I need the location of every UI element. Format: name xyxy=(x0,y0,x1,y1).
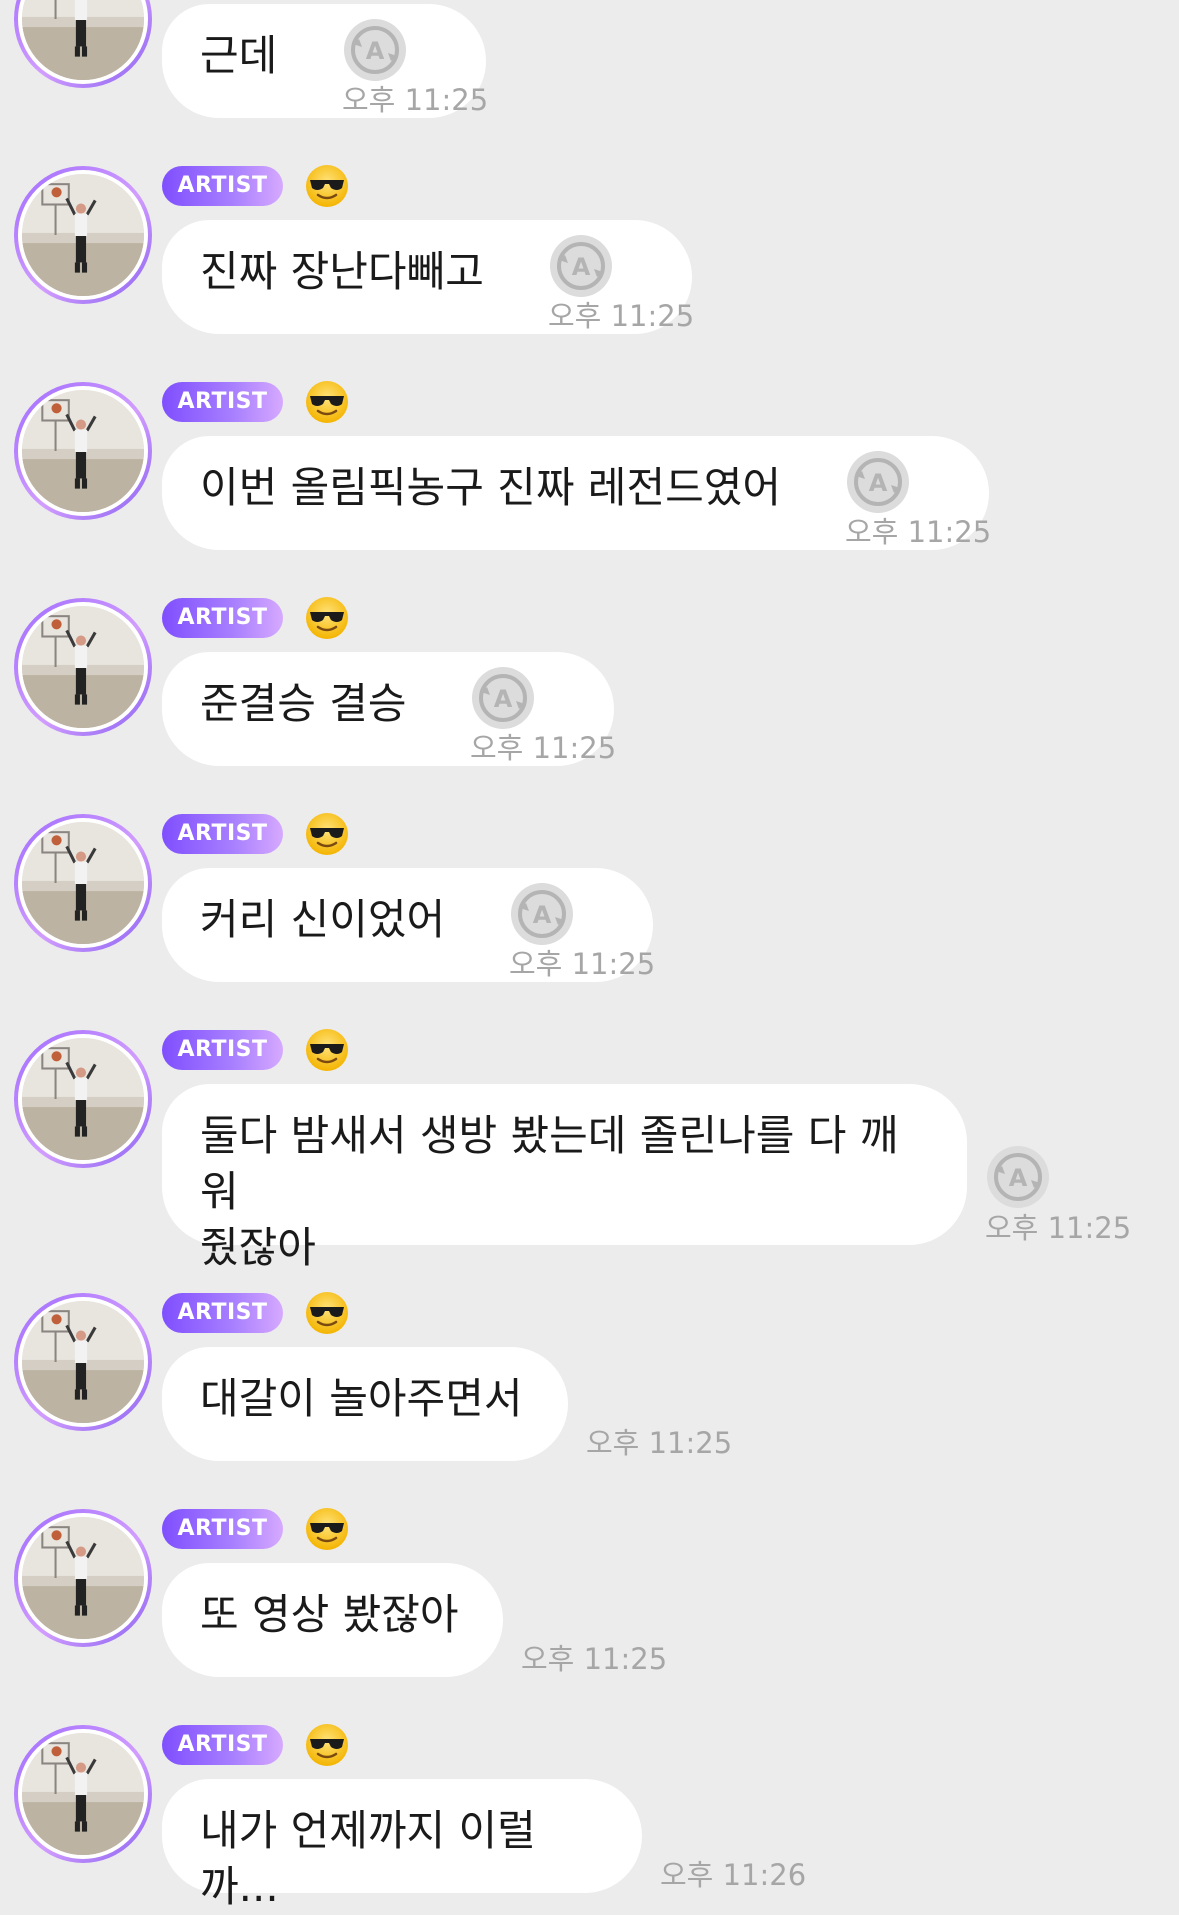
message-timestamp: 오후 11:25 xyxy=(521,1642,668,1676)
translate-icon[interactable]: A xyxy=(509,881,575,947)
sunglasses-emoji-icon xyxy=(304,1722,350,1768)
artist-badge: ARTIST xyxy=(162,1293,283,1333)
avatar-image xyxy=(18,0,148,84)
sunglasses-emoji-icon xyxy=(304,811,350,857)
svg-text:A: A xyxy=(572,253,591,281)
avatar-image xyxy=(18,818,148,948)
avatar[interactable] xyxy=(14,1725,152,1863)
avatar-image xyxy=(18,1034,148,1164)
sunglasses-emoji-icon xyxy=(304,163,350,209)
message-bubble[interactable]: 둘다 밤새서 생방 봤는데 졸린나를 다 깨워 줬잖아 xyxy=(162,1084,967,1272)
avatar[interactable] xyxy=(14,1293,152,1431)
message-bubble[interactable]: 내가 언제까지 이럴까... xyxy=(162,1779,642,1911)
message-timestamp: 오후 11:25 xyxy=(509,947,656,981)
artist-badge: ARTIST xyxy=(162,1030,283,1070)
avatar-photo xyxy=(22,822,144,944)
avatar[interactable] xyxy=(14,382,152,520)
sunglasses-emoji-icon xyxy=(304,1027,350,1073)
avatar-image xyxy=(18,1729,148,1859)
avatar-image xyxy=(18,1513,148,1643)
message-timestamp: 오후 11:25 xyxy=(342,83,489,117)
chat-message-list[interactable]: 근데 A 오후 11:25 ARTIST 진짜 장난다빼고 A 오후 11:25 ARTIST… xyxy=(0,0,1179,1911)
message-timestamp: 오후 11:25 xyxy=(845,515,992,549)
sunglasses-emoji-icon xyxy=(304,595,350,641)
message-bubble[interactable]: 또 영상 봤잖아 xyxy=(162,1563,503,1677)
message-timestamp: 오후 11:25 xyxy=(548,299,695,333)
translate-icon[interactable]: A xyxy=(470,665,536,731)
avatar-photo xyxy=(22,174,144,296)
avatar-photo xyxy=(22,1517,144,1639)
translate-icon[interactable]: A xyxy=(985,1144,1051,1210)
translate-icon[interactable]: A xyxy=(845,449,911,515)
avatar[interactable] xyxy=(14,1509,152,1647)
svg-text:A: A xyxy=(869,469,888,497)
artist-badge: ARTIST xyxy=(162,382,283,422)
message-timestamp: 오후 11:26 xyxy=(660,1858,807,1892)
artist-badge: ARTIST xyxy=(162,1725,283,1765)
sunglasses-emoji-icon xyxy=(304,379,350,425)
message-timestamp: 오후 11:25 xyxy=(586,1426,733,1460)
svg-text:A: A xyxy=(1009,1164,1028,1192)
sunglasses-emoji-icon xyxy=(304,1506,350,1552)
avatar[interactable] xyxy=(14,598,152,736)
avatar[interactable] xyxy=(14,0,152,88)
avatar-image xyxy=(18,1297,148,1427)
artist-badge: ARTIST xyxy=(162,814,283,854)
svg-text:A: A xyxy=(533,901,552,929)
sunglasses-emoji-icon xyxy=(304,1290,350,1336)
artist-badge: ARTIST xyxy=(162,598,283,638)
avatar-photo xyxy=(22,1733,144,1855)
artist-badge: ARTIST xyxy=(162,166,283,206)
svg-text:A: A xyxy=(366,37,385,65)
avatar-photo xyxy=(22,1038,144,1160)
avatar[interactable] xyxy=(14,1030,152,1168)
avatar[interactable] xyxy=(14,814,152,952)
avatar-image xyxy=(18,170,148,300)
avatar-photo xyxy=(22,390,144,512)
svg-text:A: A xyxy=(494,685,513,713)
translate-icon[interactable]: A xyxy=(548,233,614,299)
avatar-photo xyxy=(22,606,144,728)
message-timestamp: 오후 11:25 xyxy=(985,1211,1132,1245)
avatar-image xyxy=(18,386,148,516)
artist-badge: ARTIST xyxy=(162,1509,283,1549)
avatar-photo xyxy=(22,1301,144,1423)
avatar[interactable] xyxy=(14,166,152,304)
message-bubble[interactable]: 대갈이 놀아주면서 xyxy=(162,1347,568,1461)
avatar-photo xyxy=(22,0,144,80)
translate-icon[interactable]: A xyxy=(342,17,408,83)
message-timestamp: 오후 11:25 xyxy=(470,731,617,765)
avatar-image xyxy=(18,602,148,732)
